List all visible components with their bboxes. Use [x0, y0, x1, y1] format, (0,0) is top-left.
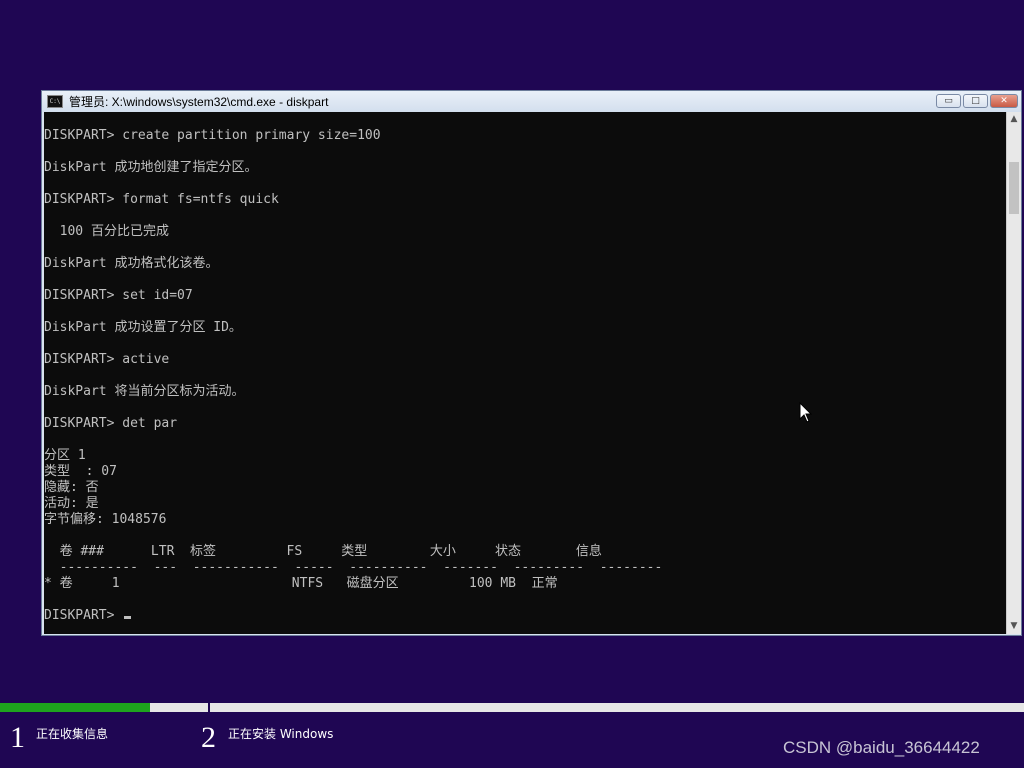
- volume-table-row: * 卷 1 NTFS 磁盘分区 100 MB 正常: [44, 576, 558, 591]
- console-line: 分区 1: [44, 448, 86, 463]
- setup-progress-bar: [0, 703, 1024, 712]
- console-line: DISKPART> format fs=ntfs quick: [44, 192, 279, 207]
- console-line: 活动: 是: [44, 496, 99, 511]
- step-number-1: 1: [10, 721, 25, 754]
- close-button[interactable]: ✕: [990, 94, 1018, 108]
- progress-fill: [0, 703, 150, 712]
- console-line: 100 百分比已完成: [44, 224, 169, 239]
- step-label-2: 正在安装 Windows: [228, 727, 334, 741]
- window-title: 管理员: X:\windows\system32\cmd.exe - diskp…: [69, 95, 329, 109]
- scroll-down-icon[interactable]: ▼: [1007, 619, 1021, 634]
- cmd-window: C:\ 管理员: X:\windows\system32\cmd.exe - d…: [41, 90, 1022, 636]
- console-line: DiskPart 成功设置了分区 ID。: [44, 320, 242, 335]
- console-output[interactable]: DISKPART> create partition primary size=…: [44, 112, 1006, 634]
- text-cursor: [124, 616, 132, 619]
- console-line: DISKPART> det par: [44, 416, 178, 431]
- console-line: DISKPART> active: [44, 352, 170, 367]
- console-line: DISKPART> create partition primary size=…: [44, 128, 381, 143]
- console-line: 隐藏: 否: [44, 480, 99, 495]
- console-line: DiskPart 成功地创建了指定分区。: [44, 160, 258, 175]
- vertical-scrollbar[interactable]: ▲ ▼: [1006, 112, 1021, 634]
- console-line: 字节偏移: 1048576: [44, 512, 167, 527]
- cmd-icon: C:\: [47, 95, 63, 108]
- title-bar[interactable]: C:\ 管理员: X:\windows\system32\cmd.exe - d…: [42, 91, 1021, 112]
- volume-table-separator: ---------- --- ----------- ----- -------…: [44, 560, 663, 575]
- scrollbar-thumb[interactable]: [1009, 162, 1019, 214]
- console-prompt[interactable]: DISKPART>: [44, 608, 132, 624]
- mouse-pointer-icon: [799, 402, 813, 423]
- console-line: DISKPART> set id=07: [44, 288, 193, 303]
- console-line: DiskPart 成功格式化该卷。: [44, 256, 219, 271]
- maximize-button[interactable]: □: [963, 94, 988, 108]
- prompt-text: DISKPART>: [44, 608, 123, 623]
- step-number-2: 2: [201, 721, 216, 754]
- progress-step-divider: [208, 703, 210, 712]
- watermark: CSDN @baidu_36644422: [783, 738, 980, 757]
- console-line: DiskPart 将当前分区标为活动。: [44, 384, 245, 399]
- minimize-button[interactable]: ▭: [936, 94, 961, 108]
- scroll-up-icon[interactable]: ▲: [1007, 112, 1021, 127]
- console-line: 类型 : 07: [44, 464, 117, 479]
- step-label-1: 正在收集信息: [36, 727, 109, 741]
- volume-table-header: 卷 ### LTR 标签 FS 类型 大小 状态 信息: [44, 544, 602, 559]
